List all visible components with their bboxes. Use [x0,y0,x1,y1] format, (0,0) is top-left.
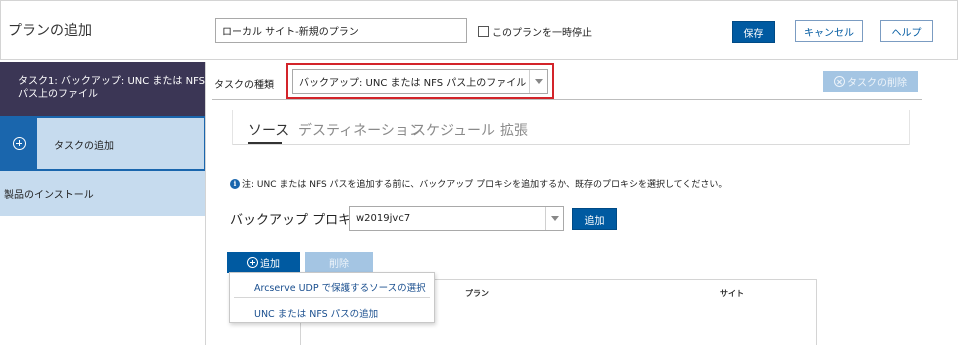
sidebar-install-product[interactable]: 製品のインストール [0,171,206,216]
backup-proxy-label: バックアップ プロキシ [230,213,365,228]
tab-advanced[interactable]: 拡張 [500,120,528,140]
close-circle-icon [834,76,845,87]
add-source-button[interactable]: 追加 [227,252,300,273]
install-product-label: 製品のインストール [4,190,94,201]
sidebar-task-item[interactable]: タスク1: バックアップ: UNC または NFS パス上のファイル [0,62,206,116]
info-icon: i [230,178,240,189]
sidebar-task-label: タスク1: バックアップ: UNC または NFS パス上のファイル [18,76,206,100]
menu-item-add-unc-nfs-path[interactable]: UNC または NFS パスの追加 [230,306,434,320]
backup-proxy-value: w2019jvc7 [356,213,411,224]
column-header-site[interactable]: サイト [720,288,744,299]
plan-name-input[interactable] [215,18,467,43]
pause-plan-label: このプランを一時停止 [492,27,592,39]
delete-task-button: タスクの削除 [823,71,918,92]
menu-item-select-udp-source[interactable]: Arcserve UDP で保護するソースの選択 [230,280,434,294]
tab-source[interactable]: ソース [248,120,289,140]
task-type-label: タスクの種類 [214,80,274,91]
dropdown-arrow[interactable] [545,207,563,230]
plus-circle-icon [247,257,258,268]
delete-task-label: タスクの削除 [847,78,907,89]
backup-proxy-select[interactable]: w2019jvc7 [349,206,564,231]
column-header-plan[interactable]: プラン [465,288,489,299]
active-tab-indicator [248,142,282,144]
task-type-select[interactable]: バックアップ: UNC または NFS パス上のファイル [292,69,548,94]
pause-plan-checkbox[interactable]: このプランを一時停止 [478,23,592,39]
chevron-down-icon [550,216,559,221]
tabs-border-right [909,110,910,145]
tabs-border-left [232,110,233,145]
proxy-note: i 注: UNC または NFS パスを追加する前に、バックアップ プロキシを追… [230,177,727,190]
divider [212,99,922,100]
dropdown-arrow[interactable] [529,70,547,93]
add-proxy-button[interactable]: 追加 [572,208,617,230]
cancel-button[interactable]: キャンセル [795,20,863,42]
checkbox-box[interactable] [478,25,489,37]
chevron-down-icon [534,79,543,84]
menu-divider [234,297,430,298]
help-button[interactable]: ヘルプ [880,20,933,42]
plus-circle-icon [13,137,26,150]
tab-destination[interactable]: デスティネーション [298,120,423,140]
add-source-menu: Arcserve UDP で保護するソースの選択 UNC または NFS パスの… [229,272,435,323]
task-type-value: バックアップ: UNC または NFS パス上のファイル [299,78,527,89]
add-task-icon-cell [2,118,37,169]
tabs-divider [233,144,909,145]
tab-schedule[interactable]: スケジュール [412,120,495,140]
page-title: プランの追加 [8,23,92,39]
save-button[interactable]: 保存 [732,21,775,43]
note-text: 注: UNC または NFS パスを追加する前に、バックアップ プロキシを追加す… [242,180,728,190]
remove-source-button: 削除 [305,252,373,273]
add-source-label: 追加 [260,259,280,270]
sidebar-add-task[interactable]: タスクの追加 [0,116,206,171]
add-task-label: タスクの追加 [54,141,114,152]
